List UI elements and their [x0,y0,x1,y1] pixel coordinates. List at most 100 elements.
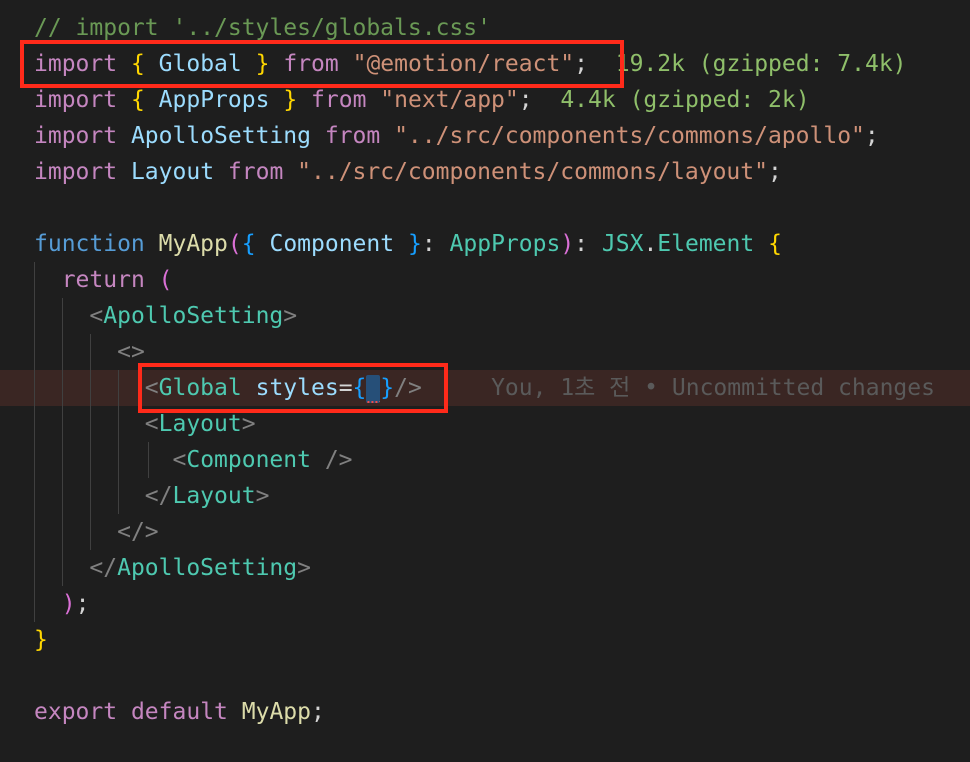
jsx-angle: < [172,447,187,473]
code-line-12[interactable]: <Layout> [0,406,970,442]
dot: . [643,231,658,257]
brace-open: { [241,231,256,257]
code-line-4[interactable]: import ApolloSetting from "../src/compon… [0,118,970,154]
import-cost-hint: 19.2k (gzipped: 7.4k) [615,51,907,77]
keyword-function: function [34,231,145,257]
jsx-angle: </ [89,555,118,581]
code-line-6[interactable] [0,190,970,226]
code-line-14[interactable]: </Layout> [0,478,970,514]
indent-guide [90,370,91,406]
indent-guide [90,334,91,370]
indent-guide [62,442,63,478]
code-line-17[interactable]: ); [0,586,970,622]
keyword-export: export [34,699,118,725]
keyword-from: from [311,87,367,113]
text-cursor[interactable] [366,375,381,403]
indent-guide [34,406,35,442]
jsx-fragment-close: </> [117,519,159,545]
indent-guide [62,514,63,550]
import-name-layout: Layout [130,159,215,185]
indent-guide [62,334,63,370]
export-name-myapp: MyApp [241,699,311,725]
semicolon: ; [864,123,879,149]
brace-close: } [255,51,270,77]
indent-guide [118,370,119,406]
semicolon: ; [574,51,589,77]
keyword-import: import [34,123,118,149]
type-appprops: AppProps [449,231,561,257]
indent-guide [34,514,35,550]
indent-guide [62,478,63,514]
code-line-1[interactable]: // import '../styles/globals.css' [0,10,970,46]
import-cost-hint: 4.4k (gzipped: 2k) [560,87,810,113]
indent-guide [118,478,119,514]
indent-guide [90,514,91,550]
code-line-2[interactable]: import { Global } from "@emotion/react";… [0,46,970,82]
semicolon: ; [311,699,325,725]
indent-guide [62,298,63,334]
module-apollo-path: "../src/components/commons/apollo" [394,123,865,149]
code-line-3[interactable]: import { AppProps } from "next/app"; 4.4… [0,82,970,118]
param-component: Component [269,231,395,257]
indent-guide [34,298,35,334]
paren-open: ( [227,231,242,257]
module-emotion-react: "@emotion/react" [352,51,575,77]
indent-guide [34,370,35,406]
module-next-app: "next/app" [380,87,519,113]
jsx-angle: > [297,555,311,581]
paren-close: ) [61,591,76,617]
comment-import-globals: // import '../styles/globals.css' [34,15,491,41]
indent-guide [90,406,91,442]
brace-close: } [407,231,422,257]
brace-open: { [130,87,145,113]
jsx-tag-global: Global [158,375,242,401]
code-line-18[interactable]: } [0,622,970,658]
jsx-angle: </ [144,483,173,509]
brace-close: } [34,627,48,653]
semicolon: ; [75,591,90,617]
jsx-angle: < [144,411,159,437]
paren-close: ) [560,231,575,257]
module-layout-path: "../src/components/commons/layout" [297,159,768,185]
code-line-8[interactable]: return ( [0,262,970,298]
function-name-myapp: MyApp [158,231,228,257]
jsx-angle: > [241,411,256,437]
jsx-self-close: /> [394,375,422,401]
indent-guide [34,478,35,514]
indent-guide [34,334,35,370]
jsx-tag-layout-close: Layout [172,483,256,509]
indent-guide [34,586,35,622]
jsx-fragment-open: <> [117,339,145,365]
semicolon: ; [518,87,533,113]
brace-close: } [380,375,395,401]
brace-open: { [768,231,782,257]
code-line-10[interactable]: <> [0,334,970,370]
keyword-import: import [34,159,118,185]
code-editor[interactable]: // import '../styles/globals.css' import… [0,0,970,762]
indent-guide [34,550,35,586]
import-name-global: Global [158,51,242,77]
code-line-9[interactable]: <ApolloSetting> [0,298,970,334]
jsx-tag-apollosetting-close: ApolloSetting [117,555,298,581]
keyword-import: import [34,87,118,113]
semicolon: ; [767,159,782,185]
colon: : [421,231,436,257]
keyword-from: from [227,159,284,185]
import-name-appprops: AppProps [158,87,270,113]
type-element: Element [657,231,755,257]
code-line-16[interactable]: </ApolloSetting> [0,550,970,586]
code-line-5[interactable]: import Layout from "../src/components/co… [0,154,970,190]
code-line-11-current[interactable]: <Global styles={ }/> You, 1초 전 • Uncommi… [0,370,970,406]
indent-guide [34,262,35,298]
code-line-13[interactable]: <Component /> [0,442,970,478]
code-line-19[interactable] [0,658,970,694]
indent-guide [90,478,91,514]
code-line-20[interactable]: export default MyApp; [0,694,970,730]
code-line-15[interactable]: </> [0,514,970,550]
indent-guide [90,442,91,478]
indent-guide [34,442,35,478]
indent-guide [118,442,119,478]
equals: = [338,375,353,401]
code-line-7[interactable]: function MyApp({ Component }: AppProps):… [0,226,970,262]
jsx-tag-layout: Layout [158,411,242,437]
